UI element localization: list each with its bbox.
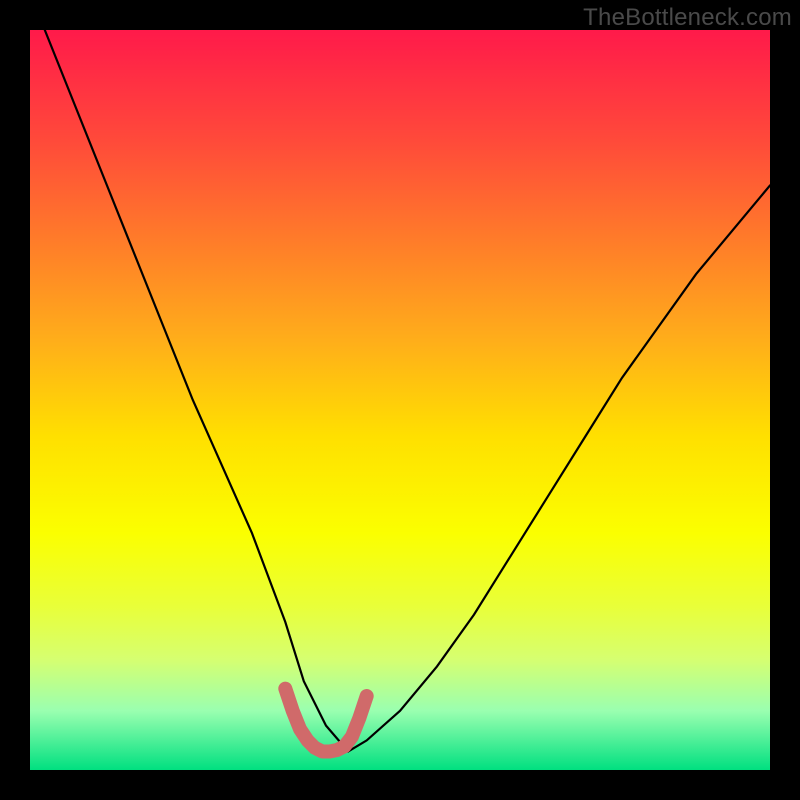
- watermark-text: TheBottleneck.com: [583, 4, 792, 32]
- chart-frame: TheBottleneck.com: [0, 0, 800, 800]
- chart-svg: [30, 30, 770, 770]
- trough-highlight: [285, 689, 366, 752]
- bottleneck-curve: [45, 30, 770, 752]
- plot-area: [30, 30, 770, 770]
